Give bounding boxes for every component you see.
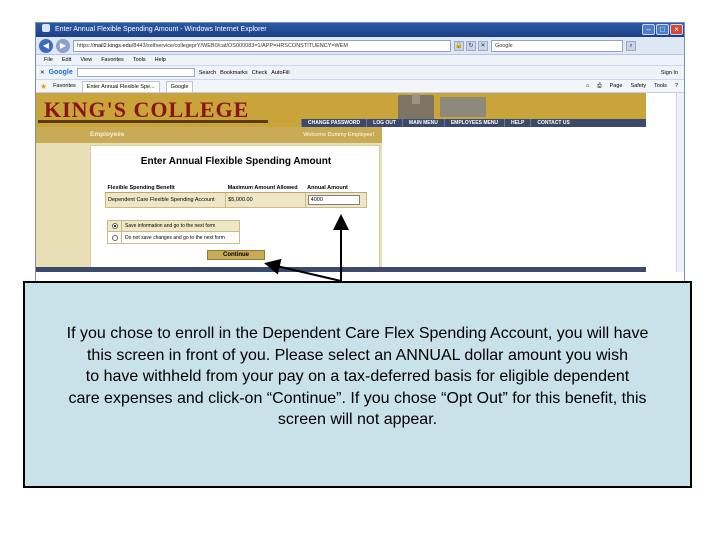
stop-icon[interactable]: ✕ <box>478 40 488 51</box>
sign-in-link[interactable]: Sign In <box>661 70 678 76</box>
url-prefix: https:// <box>77 42 94 49</box>
tools-menu[interactable]: Tools <box>654 83 667 90</box>
lock-icon[interactable]: 🔒 <box>454 40 464 51</box>
save-options: Save information and go to the next form… <box>107 220 240 244</box>
table-header-row: Flexible Spending Benefit Maximum Amount… <box>105 184 367 193</box>
menu-tools[interactable]: Tools <box>133 55 146 65</box>
home-icon[interactable]: ⌂ <box>586 83 589 90</box>
nav-main-menu[interactable]: MAIN MENU <box>401 119 444 127</box>
refresh-icon[interactable]: ↻ <box>466 40 476 51</box>
content-area: Employees Welcome Dummy Employee! Enter … <box>36 127 382 272</box>
save-option-label: Save information and go to the next form <box>125 223 216 229</box>
header-maximum: Maximum Amount Allowed <box>225 184 306 193</box>
favorites-bar: ★ Favorites Enter Annual Flexible Spe...… <box>36 80 684 93</box>
address-bar: ◀ ▶ https://mail2.kings.edu/8443/selfser… <box>36 37 684 55</box>
option-discard-cell <box>108 232 122 243</box>
footer-strip <box>36 267 646 272</box>
site-header: KING'S COLLEGE CHANGE PASSWORD LOG OUT M… <box>36 93 646 127</box>
google-toolbar: ✕ Google Search Bookmarks Check AutoFill… <box>36 66 684 80</box>
google-search-button[interactable]: Search <box>199 70 216 76</box>
menu-help[interactable]: Help <box>155 55 166 65</box>
favorites-button[interactable]: Favorites <box>53 83 76 89</box>
google-search-input[interactable] <box>76 68 195 77</box>
title-bar: Enter Annual Flexible Spending Amount - … <box>36 23 684 37</box>
instruction-callout: If you chose to enroll in the Dependent … <box>23 281 692 488</box>
search-icon[interactable]: ⌕ <box>626 40 636 51</box>
page-scrollbar[interactable] <box>676 93 684 272</box>
browser-window: Enter Annual Flexible Spending Amount - … <box>35 22 685 284</box>
print-icon[interactable]: ⎙ <box>597 83 601 90</box>
close-icon[interactable]: × <box>670 24 683 35</box>
tab-google[interactable]: Google <box>165 80 194 92</box>
url-field[interactable]: https://mail2.kings.edu/8443/selfservice… <box>73 39 451 52</box>
minimize-icon[interactable]: – <box>642 24 655 35</box>
table-row: Dependent Care Flexible Spending Account… <box>104 192 368 208</box>
menu-favorites[interactable]: Favorites <box>101 55 124 65</box>
window-title: Enter Annual Flexible Spending Amount - … <box>54 26 267 33</box>
instruction-text: If you chose to enroll in the Dependent … <box>66 325 649 428</box>
section-bar: Employees Welcome Dummy Employee! <box>36 127 382 143</box>
close-toolbar-icon[interactable]: ✕ <box>40 70 45 76</box>
discard-option-label: Do not save changes and go to the next f… <box>125 234 225 241</box>
logo-underline <box>38 120 268 123</box>
building-image <box>398 94 434 121</box>
annual-amount-input[interactable] <box>307 195 360 205</box>
back-arrow-icon[interactable]: ◀ <box>39 38 53 53</box>
menu-edit[interactable]: Edit <box>62 55 71 65</box>
slide: Enter Annual Flexible Spending Amount - … <box>0 0 720 540</box>
section-title: Employees <box>90 131 125 138</box>
command-bar: ⌂ ⎙ Page Safety Tools ? <box>586 83 678 90</box>
discard-radio[interactable] <box>111 234 118 241</box>
url-host: mail2.kings.edu <box>93 42 132 49</box>
spending-table: Flexible Spending Benefit Maximum Amount… <box>104 184 368 208</box>
web-page: KING'S COLLEGE CHANGE PASSWORD LOG OUT M… <box>36 93 684 272</box>
nav-help[interactable]: HELP <box>504 119 530 127</box>
welcome-text: Welcome Dummy Employee! <box>303 132 374 138</box>
spending-form: Enter Annual Flexible Spending Amount Fl… <box>90 145 380 272</box>
star-icon[interactable]: ★ <box>40 82 47 91</box>
maximize-icon[interactable]: □ <box>656 24 669 35</box>
window-controls: – □ × <box>642 24 683 35</box>
bookmarks-button[interactable]: Bookmarks <box>220 70 248 76</box>
forward-arrow-icon[interactable]: ▶ <box>56 38 70 53</box>
annual-amount-cell <box>304 192 368 208</box>
option-save-cell <box>108 220 122 232</box>
menu-bar: File Edit View Favorites Tools Help <box>36 55 684 66</box>
page-menu[interactable]: Page <box>610 83 623 90</box>
menu-file[interactable]: File <box>44 55 53 65</box>
benefit-name: Dependent Care Flexible Spending Account <box>104 192 227 208</box>
nav-change-password[interactable]: CHANGE PASSWORD <box>301 119 366 127</box>
header-annual: Annual Amount <box>305 184 367 193</box>
option-save-row[interactable]: Save information and go to the next form <box>108 220 239 232</box>
help-icon[interactable]: ? <box>675 83 678 90</box>
check-button[interactable]: Check <box>252 70 268 76</box>
address-tools: 🔒 ↻ ✕ <box>454 40 488 51</box>
nav-log-out[interactable]: LOG OUT <box>366 119 402 127</box>
save-radio[interactable] <box>111 223 118 229</box>
maximum-amount: $5,000.00 <box>225 192 306 208</box>
autofill-button[interactable]: AutoFill <box>271 70 289 76</box>
search-provider-label: Google <box>495 42 513 49</box>
tab-flexible-spending[interactable]: Enter Annual Flexible Spe... <box>81 80 160 92</box>
nav-employees-menu[interactable]: EMPLOYEES MENU <box>443 119 504 127</box>
site-nav: CHANGE PASSWORD LOG OUT MAIN MENU EMPLOY… <box>301 119 646 127</box>
browser-search-input[interactable]: Google <box>491 39 623 52</box>
header-benefit: Flexible Spending Benefit <box>105 184 226 193</box>
google-logo: Google <box>48 69 73 76</box>
continue-button[interactable]: Continue <box>207 250 265 260</box>
form-title: Enter Annual Flexible Spending Amount <box>140 156 332 167</box>
menu-view[interactable]: View <box>80 55 92 65</box>
nav-contact-us[interactable]: CONTACT US <box>530 119 575 127</box>
safety-menu[interactable]: Safety <box>631 83 647 90</box>
url-path: /8443/selfservice/collegeprY/WEB0/cat/OS… <box>131 42 349 49</box>
option-discard-row[interactable]: Do not save changes and go to the next f… <box>108 232 239 243</box>
ie-icon <box>42 24 50 32</box>
campus-photo <box>440 97 486 117</box>
